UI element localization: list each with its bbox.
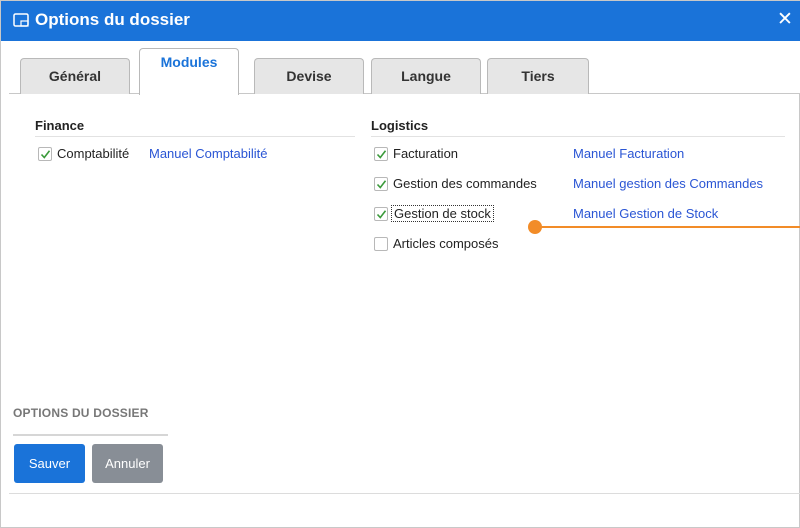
footer-divider bbox=[13, 434, 168, 436]
facturation-manual-link[interactable]: Manuel Facturation bbox=[573, 146, 684, 161]
gestion-stock-manual-link[interactable]: Manuel Gestion de Stock bbox=[573, 206, 718, 221]
window-icon bbox=[13, 13, 29, 27]
options-dialog: Options du dossier ✕ Général Modules Dev… bbox=[0, 0, 800, 528]
facturation-label: Facturation bbox=[393, 146, 459, 161]
comptabilite-manual-link[interactable]: Manuel Comptabilité bbox=[149, 146, 268, 161]
articles-composes-checkbox[interactable] bbox=[374, 237, 388, 251]
close-icon[interactable]: ✕ bbox=[775, 9, 795, 31]
facturation-checkbox[interactable] bbox=[374, 147, 388, 161]
dialog-titlebar: Options du dossier ✕ bbox=[1, 1, 800, 41]
finance-divider bbox=[35, 136, 355, 137]
logistics-section-title: Logistics bbox=[371, 118, 429, 133]
tab-general[interactable]: Général bbox=[20, 58, 130, 94]
tab-modules[interactable]: Modules bbox=[139, 48, 239, 95]
finance-section-title: Finance bbox=[35, 118, 85, 133]
footer-section-title: OPTIONS DU DOSSIER bbox=[13, 406, 149, 420]
tab-langue[interactable]: Langue bbox=[371, 58, 481, 94]
gestion-commandes-checkbox[interactable] bbox=[374, 177, 388, 191]
callout-marker-line bbox=[541, 226, 800, 228]
gestion-stock-checkbox[interactable] bbox=[374, 207, 388, 221]
gestion-commandes-label: Gestion des commandes bbox=[393, 176, 537, 191]
comptabilite-label: Comptabilité bbox=[57, 146, 130, 161]
bottom-divider bbox=[9, 493, 800, 494]
dialog-title: Options du dossier bbox=[35, 10, 190, 29]
callout-marker-dot bbox=[528, 220, 542, 234]
articles-composes-label: Articles composés bbox=[393, 236, 499, 251]
logistics-divider bbox=[371, 136, 785, 137]
save-button[interactable]: Sauver bbox=[14, 444, 85, 483]
tab-devise[interactable]: Devise bbox=[254, 58, 364, 94]
comptabilite-checkbox[interactable] bbox=[38, 147, 52, 161]
tab-tiers[interactable]: Tiers bbox=[487, 58, 589, 94]
gestion-commandes-manual-link[interactable]: Manuel gestion des Commandes bbox=[573, 176, 763, 191]
tab-bar: Général Modules Devise Langue Tiers bbox=[9, 41, 800, 95]
cancel-button[interactable]: Annuler bbox=[92, 444, 163, 483]
gestion-stock-label: Gestion de stock bbox=[391, 205, 494, 222]
